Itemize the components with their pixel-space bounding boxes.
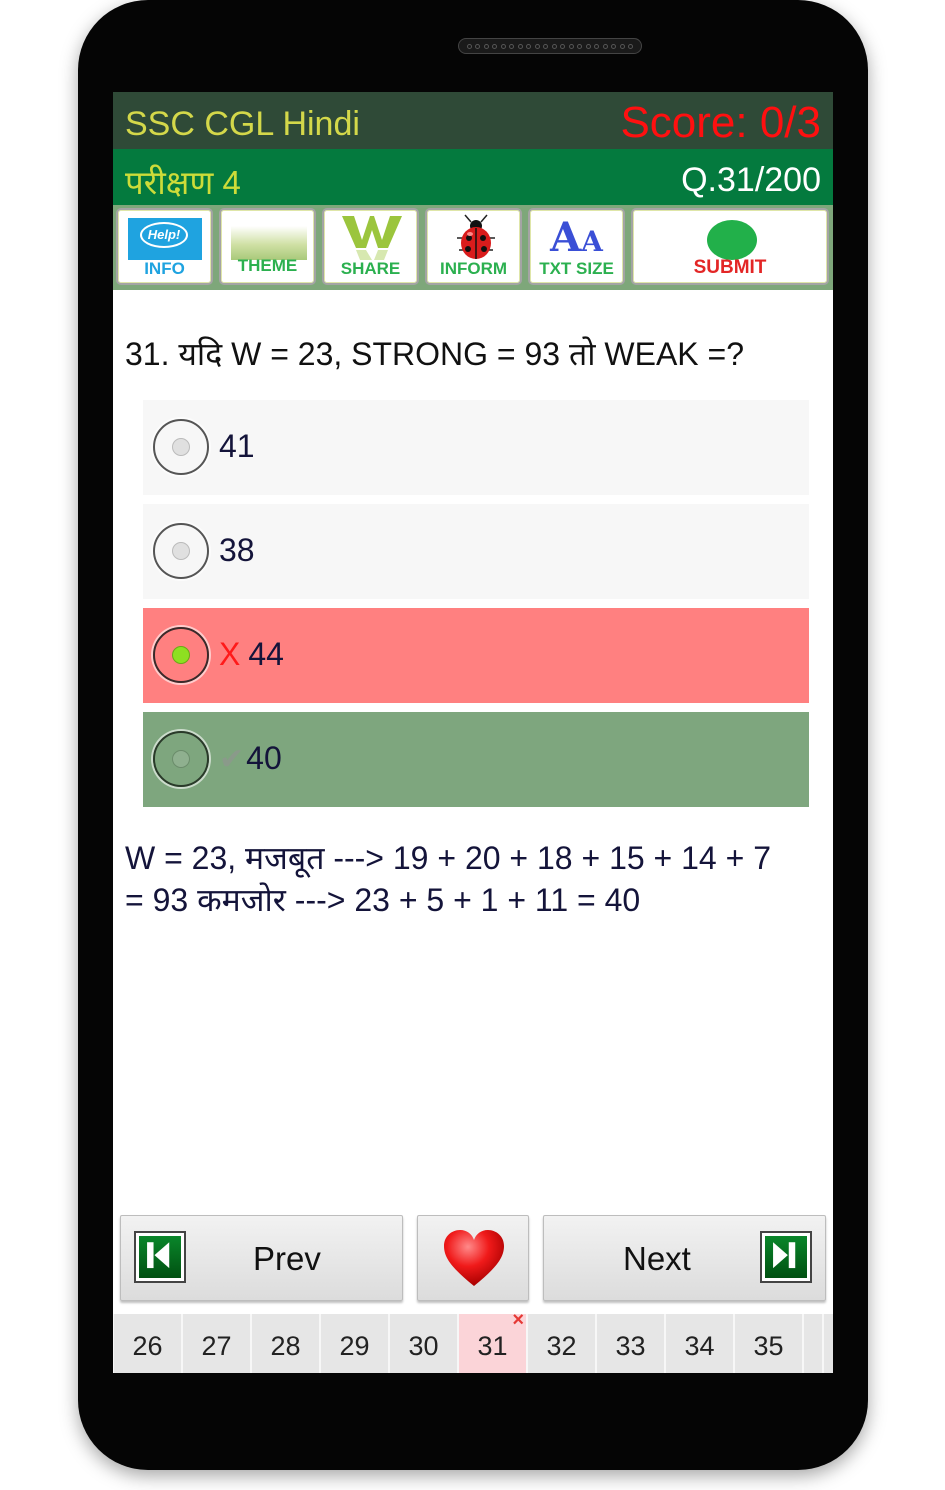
text-size-label: TXT SIZE bbox=[539, 259, 614, 278]
explanation-line-1: W = 23, मजबूत ---> 19 + 20 + 18 + 15 + 1… bbox=[125, 840, 771, 876]
option-text: 38 bbox=[219, 532, 255, 568]
page-item[interactable]: 33 bbox=[597, 1314, 666, 1373]
page-item[interactable]: 30 bbox=[390, 1314, 459, 1373]
speaker-grille bbox=[458, 38, 642, 54]
page-item-partial[interactable] bbox=[804, 1314, 824, 1373]
radio-button[interactable] bbox=[153, 731, 209, 787]
submit-label: SUBMIT bbox=[693, 257, 767, 278]
prev-label: Prev bbox=[253, 1240, 321, 1277]
info-button[interactable]: Help! INFO bbox=[116, 208, 213, 285]
score-display: Score: 0/3 bbox=[620, 98, 821, 147]
favorite-button[interactable] bbox=[417, 1215, 529, 1301]
page-item-current[interactable]: 31 × bbox=[459, 1310, 528, 1373]
next-button[interactable]: Next bbox=[543, 1215, 826, 1301]
page-item[interactable]: 35 bbox=[735, 1314, 804, 1373]
help-bubble-icon: Help! bbox=[128, 218, 202, 260]
theme-label: THEME bbox=[237, 256, 298, 275]
option-text: 44 bbox=[248, 636, 284, 672]
option-b[interactable]: 38 bbox=[143, 504, 809, 599]
option-text: 41 bbox=[219, 428, 255, 464]
title-bar: SSC CGL Hindi Score: 0/3 bbox=[113, 92, 833, 149]
explanation-line-2: = 93 कमजोर ---> 23 + 5 + 1 + 11 = 40 bbox=[125, 882, 641, 918]
wrong-x-icon: X bbox=[219, 636, 241, 672]
prev-button[interactable]: Prev bbox=[120, 1215, 403, 1301]
radio-button[interactable] bbox=[153, 419, 209, 475]
page-item[interactable]: 28 bbox=[252, 1314, 321, 1373]
option-text: 40 bbox=[246, 740, 282, 776]
question-counter: Q.31/200 bbox=[681, 161, 821, 199]
inform-label: INFORM bbox=[439, 259, 508, 278]
inform-button[interactable]: INFORM bbox=[425, 208, 522, 285]
test-bar: परीक्षण 4 Q.31/200 bbox=[113, 149, 833, 205]
text-size-button[interactable]: AA TXT SIZE bbox=[528, 208, 625, 285]
green-dot-icon bbox=[707, 220, 757, 260]
submit-button[interactable]: SUBMIT bbox=[631, 208, 829, 285]
skip-forward-icon bbox=[760, 1231, 812, 1283]
next-label: Next bbox=[623, 1240, 691, 1277]
page-item[interactable]: 34 bbox=[666, 1314, 735, 1373]
page-item[interactable]: 29 bbox=[321, 1314, 390, 1373]
option-c-wrong[interactable]: X 44 bbox=[143, 608, 809, 703]
test-name: परीक्षण 4 bbox=[125, 164, 241, 201]
toolbar: Help! INFO THEME SHARE INFORM AA TXT SIZ… bbox=[113, 205, 833, 290]
share-w-icon bbox=[342, 216, 402, 260]
ladybug-icon bbox=[457, 214, 495, 259]
radio-button-selected[interactable] bbox=[153, 627, 209, 683]
skip-back-icon bbox=[134, 1231, 186, 1283]
page-item[interactable]: 32 bbox=[528, 1314, 597, 1373]
theme-gradient-icon bbox=[231, 226, 307, 260]
text-size-icon: AA bbox=[550, 214, 603, 261]
question-pager: 26 27 28 29 30 31 × 32 33 34 35 bbox=[113, 1310, 833, 1373]
checkmark-icon: ✔ bbox=[219, 743, 245, 776]
page-item[interactable]: 26 bbox=[114, 1314, 183, 1373]
share-button[interactable]: SHARE bbox=[322, 208, 419, 285]
wrong-badge-icon: × bbox=[512, 1309, 524, 1331]
question-text: 31. यदि W = 23, STRONG = 93 तो WEAK =? bbox=[125, 336, 745, 372]
share-label: SHARE bbox=[340, 259, 401, 278]
option-d-correct[interactable]: ✔40 bbox=[143, 712, 809, 807]
page-item[interactable]: 27 bbox=[183, 1314, 252, 1373]
radio-button[interactable] bbox=[153, 523, 209, 579]
heart-icon bbox=[444, 1230, 504, 1286]
explanation: W = 23, मजबूत ---> 19 + 20 + 18 + 15 + 1… bbox=[125, 837, 825, 921]
info-label: INFO bbox=[144, 259, 185, 278]
option-a[interactable]: 41 bbox=[143, 400, 809, 495]
app-screen: SSC CGL Hindi Score: 0/3 परीक्षण 4 Q.31/… bbox=[113, 92, 833, 1373]
app-title: SSC CGL Hindi bbox=[125, 105, 360, 143]
theme-button[interactable]: THEME bbox=[219, 208, 316, 285]
